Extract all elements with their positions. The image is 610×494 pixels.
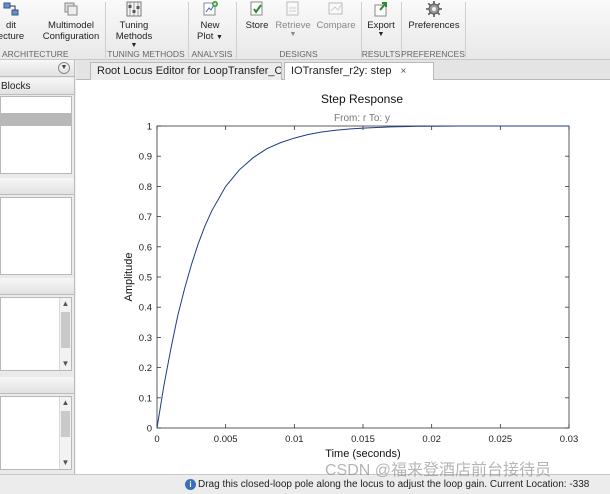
retrieve-icon (286, 1, 299, 16)
y-tick-label: 0.2 (139, 363, 152, 374)
edit-architecture-label-2: ecture (0, 31, 25, 42)
store-button[interactable]: Store (243, 0, 271, 31)
section-architecture: ARCHITECTURE (2, 49, 69, 59)
scrollbar-thumb[interactable] (61, 411, 70, 437)
edit-architecture-label-1: dit (5, 20, 17, 31)
store-icon (250, 1, 263, 16)
scroll-up-icon[interactable]: ▲ (60, 398, 71, 408)
document-tab-bar: Root Locus Editor for LoopTransfer_C IOT… (76, 60, 610, 81)
x-tick-label: 0.01 (285, 434, 304, 445)
axes-box (156, 125, 570, 429)
new-plot-label-1: New (200, 20, 220, 31)
section-designs: DESIGNS (279, 49, 318, 59)
y-tick-label: 0.6 (139, 242, 152, 253)
compare-icon (328, 2, 343, 15)
tuning-methods-icon (126, 1, 142, 17)
panel-title-bar: ▼ (0, 60, 74, 77)
close-icon[interactable]: × (401, 66, 407, 77)
compare-button[interactable]: Compare (316, 0, 356, 31)
y-tick-label: 0.4 (139, 303, 152, 314)
section-list[interactable] (0, 197, 72, 275)
store-label: Store (245, 20, 269, 31)
blocks-header-label: Blocks (1, 81, 31, 92)
tuning-methods-label-1: Tuning (119, 20, 149, 31)
multimodel-label-1: Multimodel (48, 20, 94, 31)
tuning-methods-label-2: Methods (115, 31, 153, 42)
data-browser-panel: ▼ Blocks ▲ ▼ ▲ ▼ (0, 60, 75, 474)
x-tick-label: 0.025 (488, 434, 512, 445)
scroll-down-icon[interactable]: ▼ (60, 359, 71, 369)
tab-root-locus-label: Root Locus Editor for LoopTransfer_C (97, 65, 282, 77)
gear-icon (426, 1, 442, 17)
retrieve-label: Retrieve (275, 20, 311, 31)
new-plot-button[interactable]: New Plot ▼ (190, 0, 230, 43)
export-caret-icon: ▼ (377, 31, 385, 38)
new-plot-label-2: Plot (197, 31, 214, 42)
section-tuning-methods: TUNING METHODS (107, 49, 185, 59)
y-tick-label: 0.9 (139, 152, 152, 163)
blocks-section-header[interactable]: Blocks (0, 78, 74, 95)
section-results: RESULTS (361, 49, 401, 59)
vertical-scrollbar[interactable]: ▲ ▼ (59, 298, 71, 370)
multimodel-configuration-button[interactable]: Multimodel Configuration (40, 0, 102, 42)
tab-iotransfer-step[interactable]: IOTransfer_r2y: step × (284, 62, 434, 81)
section-list[interactable]: ▲ ▼ (0, 297, 72, 371)
scroll-down-icon[interactable]: ▼ (60, 458, 71, 468)
info-icon: i (185, 479, 196, 490)
y-tick-label: 0 (147, 424, 152, 435)
y-tick-label: 0.5 (139, 273, 152, 284)
x-tick-label: 0.03 (560, 434, 579, 445)
section-analysis: ANALYSIS (191, 49, 233, 59)
y-axis-label: Amplitude (123, 253, 135, 302)
section-header[interactable] (0, 278, 74, 295)
watermark: CSDN @福来登酒店前台接待员 (325, 462, 552, 479)
y-tick-label: 0.8 (139, 182, 152, 193)
y-tick-label: 0.3 (139, 333, 152, 344)
export-icon (374, 2, 387, 17)
section-header[interactable] (0, 377, 74, 394)
x-tick-label: 0.02 (422, 434, 441, 445)
export-label: Export (367, 20, 395, 31)
tuning-methods-button[interactable]: Tuning Methods ▼ (112, 0, 156, 50)
y-tick-label: 0.1 (139, 393, 152, 404)
panel-menu-chevron-icon[interactable]: ▼ (58, 62, 70, 74)
vertical-scrollbar[interactable]: ▲ ▼ (59, 397, 71, 469)
blocks-list-selected-row[interactable] (1, 113, 71, 126)
step-response-chart[interactable]: Step Response From: r To: y 0 0.005 0.01 0.… (76, 80, 610, 474)
y-tick-label: 0.7 (139, 212, 152, 223)
new-plot-icon (203, 1, 218, 16)
scrollbar-thumb[interactable] (61, 312, 70, 348)
chart-subtitle: From: r To: y (334, 113, 390, 124)
edit-architecture-button[interactable]: dit ecture (0, 0, 28, 42)
preferences-button[interactable]: Preferences (406, 0, 462, 31)
ribbon-section-labels: ARCHITECTURE TUNING METHODS ANALYSIS DES… (0, 48, 610, 60)
section-list[interactable]: ▲ ▼ (0, 396, 72, 470)
tab-iotransfer-label: IOTransfer_r2y: step (291, 65, 392, 77)
compare-label: Compare (316, 20, 356, 31)
step-response-plot[interactable]: Step Response From: r To: y 0 0.005 0.01 0.… (76, 80, 610, 474)
blocks-list[interactable] (0, 96, 72, 174)
section-header[interactable] (0, 178, 74, 195)
export-button[interactable]: Export ▼ (364, 0, 398, 39)
multimodel-icon (64, 2, 78, 16)
chart-title: Step Response (321, 92, 403, 106)
toolstrip-ribbon: dit ecture Multimodel Configuration Tuni… (0, 0, 610, 60)
preferences-label: Preferences (408, 20, 460, 31)
retrieve-button[interactable]: Retrieve ▼ (275, 0, 311, 39)
scroll-up-icon[interactable]: ▲ (60, 299, 71, 309)
multimodel-label-2: Configuration (42, 31, 100, 42)
x-tick-label: 0 (154, 434, 159, 445)
section-preferences: PREFERENCES (401, 49, 465, 59)
retrieve-caret-icon: ▼ (289, 31, 297, 38)
new-plot-caret-icon: ▼ (216, 34, 223, 41)
x-tick-label: 0.015 (351, 434, 375, 445)
x-tick-label: 0.005 (214, 434, 238, 445)
y-tick-label: 1 (147, 122, 152, 133)
tab-root-locus-editor[interactable]: Root Locus Editor for LoopTransfer_C (90, 62, 282, 80)
edit-architecture-icon (3, 2, 19, 16)
